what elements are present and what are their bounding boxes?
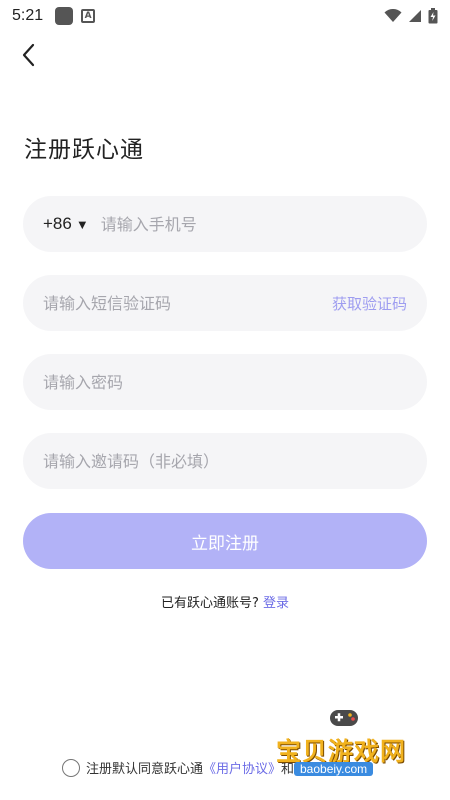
battery-icon bbox=[428, 8, 438, 24]
watermark-url: baobeiy.com bbox=[294, 762, 374, 776]
login-link[interactable]: 登录 bbox=[263, 596, 289, 611]
user-agreement-link[interactable]: 《用户协议》 bbox=[203, 758, 281, 777]
status-time: 5:21 bbox=[12, 7, 44, 24]
sms-code-input[interactable] bbox=[43, 293, 332, 313]
password-input[interactable] bbox=[43, 372, 407, 392]
wifi-icon bbox=[384, 9, 402, 22]
gamepad-icon bbox=[330, 710, 358, 726]
sms-code-field: 获取验证码 bbox=[23, 275, 427, 331]
a-notification-icon: A bbox=[81, 9, 96, 23]
status-bar: 5:21 A bbox=[0, 0, 450, 32]
watermark: 宝贝游戏网 baobeiy.com bbox=[276, 700, 426, 782]
get-code-button[interactable]: 获取验证码 bbox=[332, 293, 407, 314]
country-code-selector[interactable]: +86 ▼ bbox=[43, 214, 89, 234]
phone-field: +86 ▼ bbox=[23, 196, 427, 252]
signal-icon bbox=[409, 10, 421, 22]
invite-code-input[interactable] bbox=[43, 451, 407, 471]
status-icons bbox=[384, 8, 438, 24]
agreement-row: 注册默认同意跃心通 《用户协议》 和 bbox=[62, 758, 294, 777]
register-button[interactable]: 立即注册 bbox=[23, 513, 427, 569]
phone-input[interactable] bbox=[100, 214, 407, 234]
back-button[interactable] bbox=[14, 40, 44, 70]
dropdown-arrow-icon: ▼ bbox=[75, 216, 89, 232]
login-prompt-text: 已有跃心通账号? bbox=[160, 596, 259, 611]
app-notification-icon bbox=[55, 7, 74, 25]
password-field bbox=[23, 354, 427, 410]
agreement-text: 注册默认同意跃心通 bbox=[86, 762, 204, 777]
chevron-left-icon bbox=[22, 43, 35, 67]
country-code-value: +86 bbox=[43, 214, 72, 233]
page-title: 注册跃心通 bbox=[24, 137, 144, 163]
agreement-radio[interactable] bbox=[62, 758, 80, 777]
invite-code-field bbox=[23, 433, 427, 489]
login-prompt-row: 已有跃心通账号? 登录 bbox=[0, 592, 450, 611]
